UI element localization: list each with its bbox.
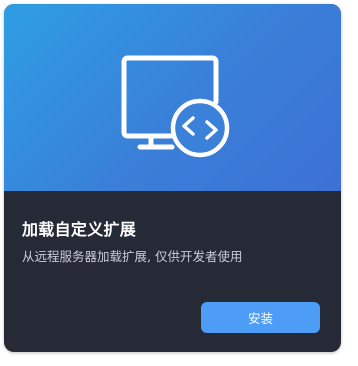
card-description: 从远程服务器加载扩展, 仅供开发者使用 — [22, 249, 243, 264]
card-title: 加载自定义扩展 — [22, 220, 137, 239]
card-hero-banner — [4, 4, 341, 191]
extension-card: 加载自定义扩展 从远程服务器加载扩展, 仅供开发者使用 安装 — [4, 4, 341, 352]
install-button[interactable]: 安装 — [201, 302, 320, 333]
remote-monitor-icon — [121, 55, 230, 158]
